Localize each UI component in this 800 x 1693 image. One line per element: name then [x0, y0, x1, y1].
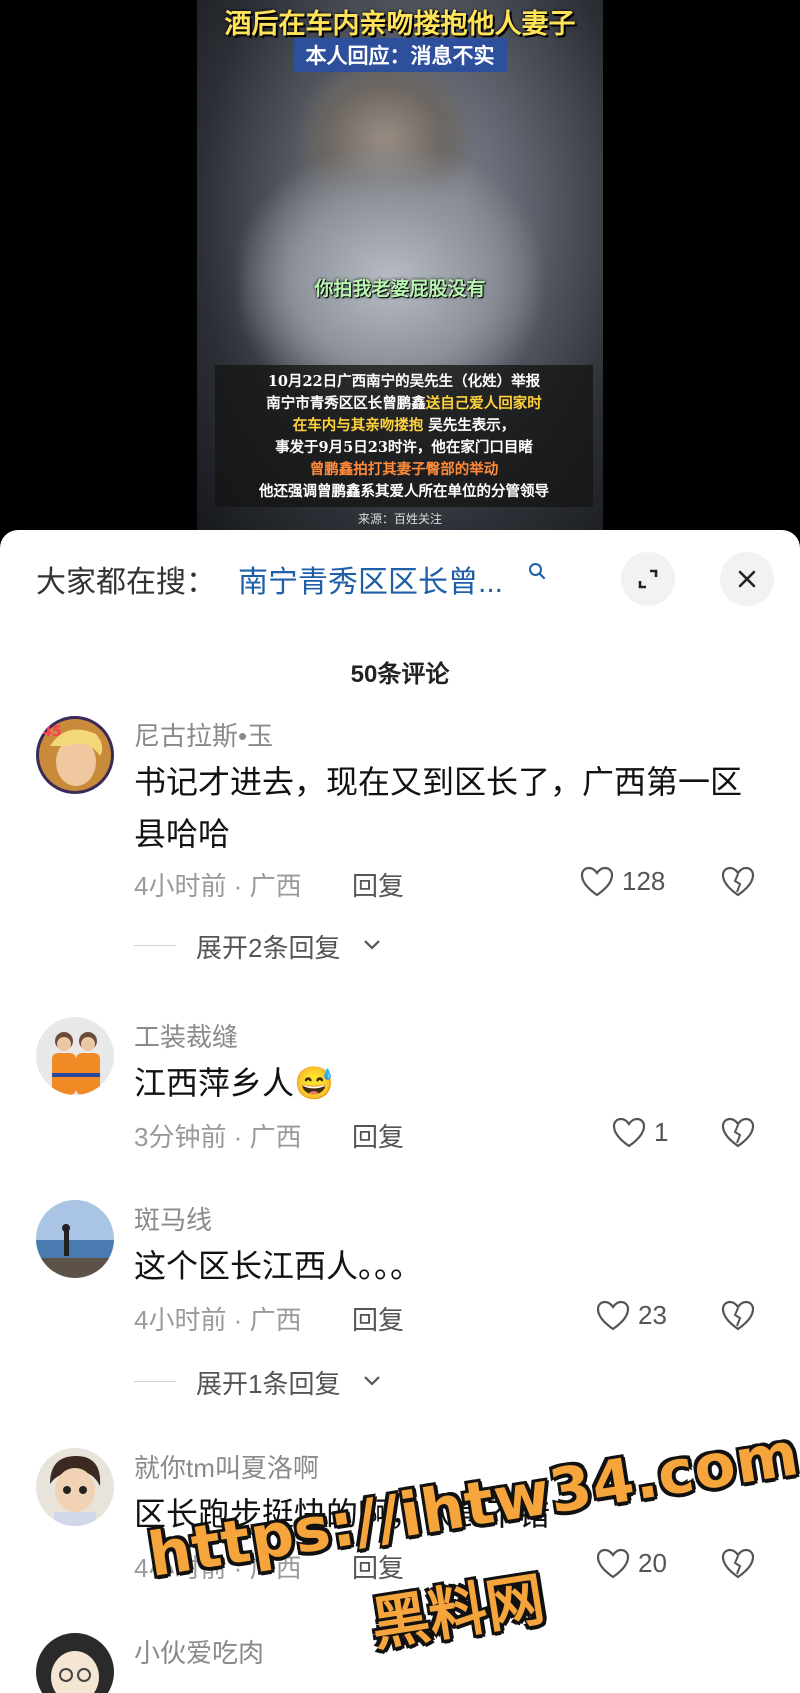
heart-icon: [580, 866, 614, 897]
comment-item: 45 尼古拉斯•玉 书记才进去，现在又到区长了，广西第一区县哈哈 4小时前 · …: [0, 716, 800, 963]
chevron-down-icon: [364, 940, 380, 950]
fullscreen-button[interactable]: [621, 552, 675, 606]
avatar[interactable]: [36, 1200, 114, 1278]
like-count: 1: [654, 1117, 669, 1147]
comment-username[interactable]: 尼古拉斯•玉: [134, 716, 273, 753]
video-player[interactable]: 酒后在车内亲吻搂抱他人妻子 本人回应：消息不实 你拍我老婆屁股没有 10月22日…: [0, 0, 800, 540]
video-text-line: 10月22日广西南宁的吴先生（化姓）举报: [267, 373, 541, 390]
expand-replies-label: 展开1条回复: [196, 1369, 341, 1399]
video-text-line: 事发于9月5日23时许，他在家门口目睹: [275, 439, 533, 456]
chevron-down-icon: [364, 1376, 380, 1386]
comment-text: 区长跑步挺快的啊，伙食不错: [134, 1496, 551, 1532]
comment-meta: 3分钟前 · 广西: [134, 1122, 302, 1152]
close-button[interactable]: [720, 552, 774, 606]
comment-sheet: 大家都在搜： 南宁青秀区区长曾... 50条评论 45 尼古拉斯•玉 书记才进去…: [0, 530, 800, 1693]
comment-item: 斑马线 这个区长江西人。。。 4小时前 · 广西 回复 23 展开1条回复: [0, 1200, 800, 1440]
comment-item: 就你tm叫夏洛啊 区长跑步挺快的啊，伙食不错 4小时前 · 广西 回复 20: [0, 1448, 800, 1598]
video-text-box: 10月22日广西南宁的吴先生（化姓）举报 南宁市青秀区区长曾鹏鑫送自己爱人回家时…: [215, 365, 593, 507]
like-button[interactable]: 1: [612, 1117, 672, 1151]
video-title: 酒后在车内亲吻搂抱他人妻子: [224, 9, 576, 40]
like-button[interactable]: 128: [580, 866, 670, 900]
avatar[interactable]: 45: [36, 716, 114, 794]
comment-text: 书记才进去，现在又到区长了，广西第一区县哈哈: [134, 764, 743, 852]
comment-meta: 4小时前 · 广西: [134, 871, 302, 901]
video-text-line: 在车内与其亲吻搂抱 吴先生表示，: [292, 417, 516, 434]
like-count: 23: [638, 1300, 667, 1330]
avatar[interactable]: [36, 1633, 114, 1693]
like-count: 128: [622, 866, 666, 896]
avatar[interactable]: [36, 1448, 114, 1526]
reply-button[interactable]: 回复: [352, 1548, 404, 1585]
search-icon[interactable]: [528, 562, 546, 580]
broken-heart-icon: [721, 1117, 755, 1148]
expand-replies-button[interactable]: 展开1条回复: [134, 1364, 434, 1399]
comment-text: 江西萍乡人😅: [134, 1065, 334, 1101]
comment-meta: 4小时前 · 广西: [134, 1553, 302, 1583]
broken-heart-icon: [721, 866, 755, 897]
dislike-button[interactable]: [720, 1117, 756, 1151]
video-subtitle: 本人回应：消息不实: [293, 38, 507, 72]
like-button[interactable]: 20: [596, 1548, 676, 1582]
dislike-button[interactable]: [720, 1300, 756, 1334]
reply-button[interactable]: 回复: [352, 1117, 404, 1154]
comment-item: 工装裁缝 江西萍乡人😅 3分钟前 · 广西 回复 1: [0, 1017, 800, 1167]
reply-button[interactable]: 回复: [352, 1300, 404, 1337]
comment-count: 50条评论: [350, 661, 450, 688]
search-suggestion-row: 大家都在搜： 南宁青秀区区长曾...: [0, 530, 800, 626]
search-suggestion-link[interactable]: 南宁青秀区区长曾...: [238, 557, 503, 601]
expand-replies-label: 展开2条回复: [196, 933, 341, 963]
expand-replies-button[interactable]: 展开2条回复: [134, 928, 434, 963]
close-icon: [738, 570, 756, 588]
svg-text:45: 45: [42, 724, 61, 740]
video-text-line: 南宁市青秀区区长曾鹏鑫送自己爱人回家时: [266, 395, 542, 412]
search-label: 大家都在搜：: [36, 566, 216, 599]
heart-icon: [596, 1548, 630, 1579]
heart-icon: [612, 1117, 646, 1148]
reply-button[interactable]: 回复: [352, 866, 404, 903]
video-caption: 你拍我老婆屁股没有: [314, 278, 486, 300]
like-button[interactable]: 23: [596, 1300, 676, 1334]
divider: [134, 1381, 176, 1382]
comment-username[interactable]: 工装裁缝: [134, 1017, 238, 1054]
comment-meta: 4小时前 · 广西: [134, 1305, 302, 1335]
video-text-line: 他还强调曾鹏鑫系其爱人所在单位的分管领导: [259, 483, 549, 500]
comment-username[interactable]: 小伙爱吃肉: [134, 1633, 264, 1670]
heart-icon: [596, 1300, 630, 1331]
video-source: 来源：百姓关注: [357, 512, 442, 526]
like-count: 20: [638, 1548, 667, 1578]
dislike-button[interactable]: [720, 1548, 756, 1582]
comment-username[interactable]: 斑马线: [134, 1200, 212, 1237]
comment-item: 小伙爱吃肉: [0, 1633, 800, 1693]
dislike-button[interactable]: [720, 866, 756, 900]
broken-heart-icon: [721, 1548, 755, 1579]
video-text-line: 曾鹏鑫拍打其妻子臀部的举动: [309, 461, 499, 478]
expand-icon: [638, 569, 658, 589]
divider: [134, 945, 176, 946]
comment-username[interactable]: 就你tm叫夏洛啊: [134, 1448, 319, 1485]
avatar[interactable]: [36, 1017, 114, 1095]
comment-text: 这个区长江西人。。。: [134, 1248, 423, 1284]
grinning-sweat-emoji: 😅: [294, 1065, 334, 1101]
broken-heart-icon: [721, 1300, 755, 1331]
